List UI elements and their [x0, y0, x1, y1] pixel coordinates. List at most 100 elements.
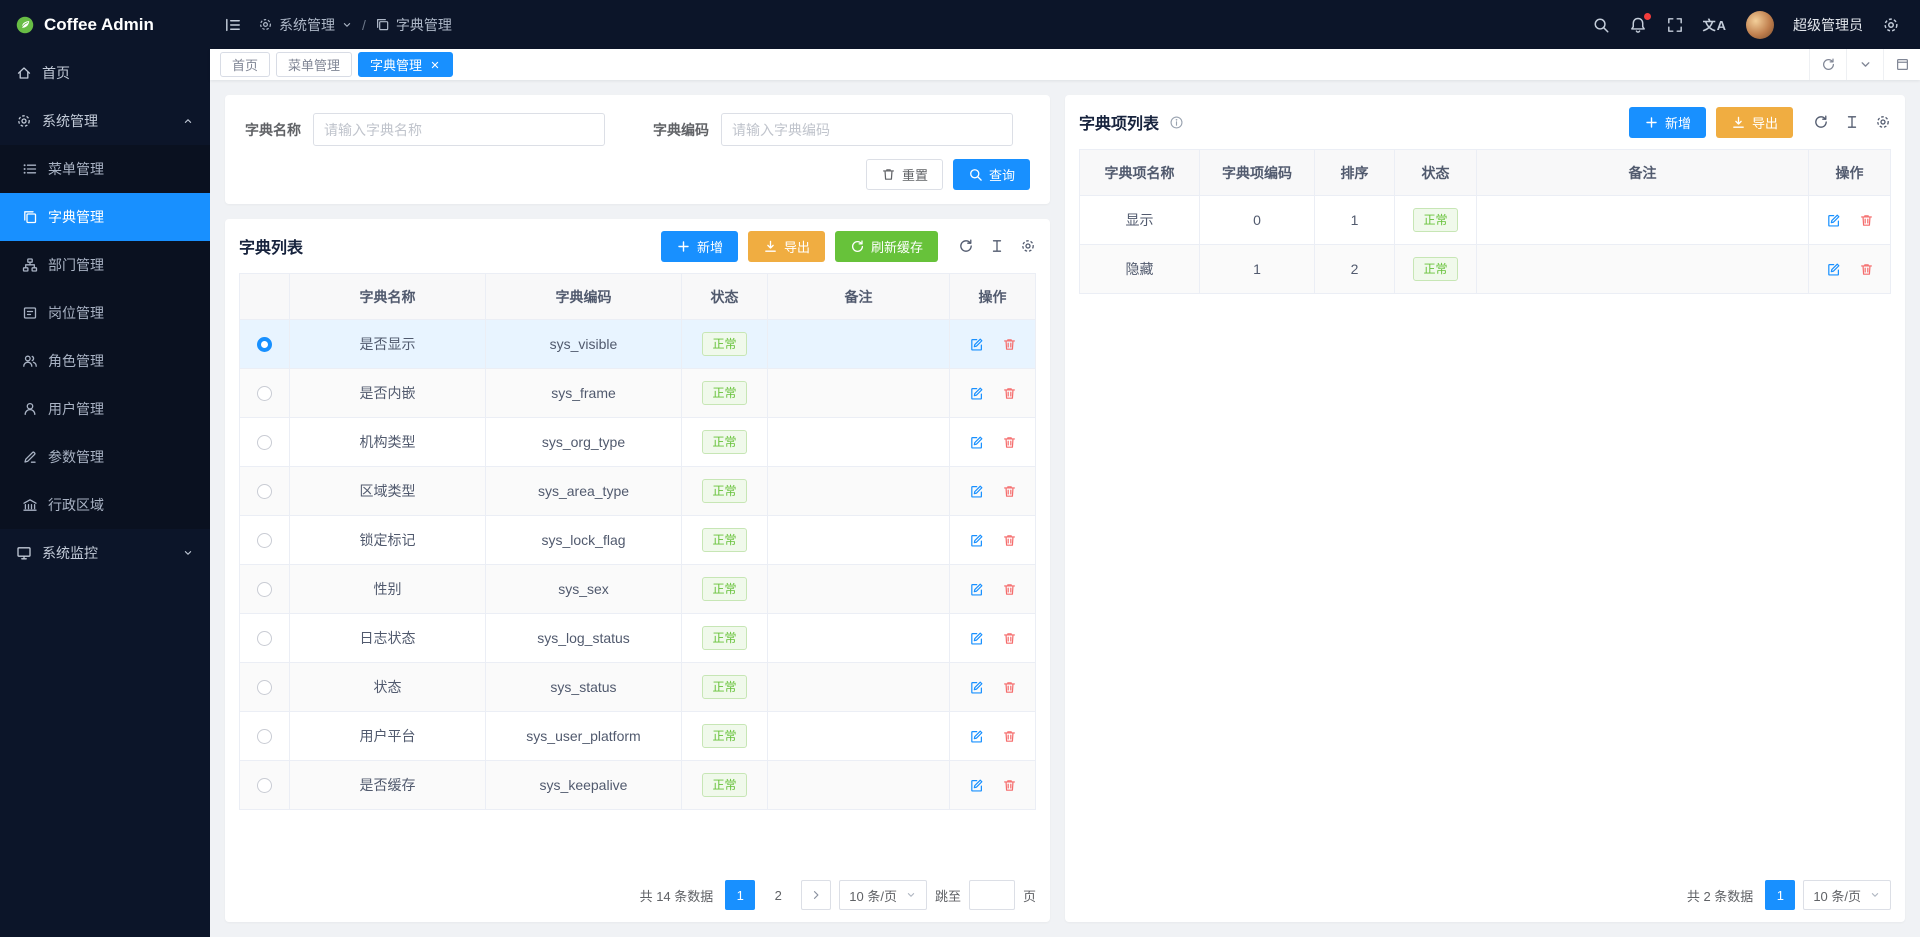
delete-button[interactable] — [1002, 680, 1017, 695]
username[interactable]: 超级管理员 — [1793, 15, 1863, 35]
notification-dot — [1644, 13, 1651, 20]
export-button[interactable]: 导出 — [748, 231, 825, 262]
edit-button[interactable] — [969, 386, 984, 401]
page-button-2[interactable]: 2 — [763, 880, 793, 910]
dict-name-input[interactable] — [313, 113, 605, 146]
edit-button[interactable] — [969, 435, 984, 450]
edit-button[interactable] — [969, 484, 984, 499]
dict-name-cell: 状态 — [290, 663, 486, 712]
edit-button[interactable] — [969, 582, 984, 597]
delete-button[interactable] — [1002, 778, 1017, 793]
row-radio[interactable] — [257, 484, 272, 499]
delete-button[interactable] — [1002, 582, 1017, 597]
delete-button[interactable] — [1002, 337, 1017, 352]
sidebar-item-post-mgmt[interactable]: 岗位管理 — [0, 289, 210, 337]
tab-close-icon[interactable] — [429, 59, 441, 71]
delete-button[interactable] — [1002, 386, 1017, 401]
table-settings-button[interactable] — [1020, 238, 1036, 254]
edit-button[interactable] — [1826, 213, 1841, 228]
table-row[interactable]: 用户平台 sys_user_platform 正常 — [240, 712, 1036, 761]
edit-button[interactable] — [969, 631, 984, 646]
page-size-select[interactable]: 10 条/页 — [839, 880, 927, 910]
delete-button[interactable] — [1002, 631, 1017, 646]
delete-button[interactable] — [1002, 729, 1017, 744]
edit-button[interactable] — [969, 337, 984, 352]
query-button[interactable]: 查询 — [953, 159, 1030, 190]
table-refresh-button[interactable] — [958, 238, 974, 254]
row-radio[interactable] — [257, 729, 272, 744]
table-row[interactable]: 锁定标记 sys_lock_flag 正常 — [240, 516, 1036, 565]
tab-dict-mgmt[interactable]: 字典管理 — [358, 52, 453, 77]
table-row[interactable]: 状态 sys_status 正常 — [240, 663, 1036, 712]
breadcrumb-item-dict[interactable]: 字典管理 — [375, 15, 452, 35]
sidebar-item-home[interactable]: 首页 — [0, 49, 210, 97]
row-radio[interactable] — [257, 386, 272, 401]
table-row[interactable]: 是否内嵌 sys_frame 正常 — [240, 369, 1036, 418]
table-row[interactable]: 是否缓存 sys_keepalive 正常 — [240, 761, 1036, 810]
notification-button[interactable] — [1629, 16, 1647, 34]
row-radio[interactable] — [257, 680, 272, 695]
edit-button[interactable] — [969, 778, 984, 793]
dict-code-cell: sys_org_type — [486, 418, 682, 467]
edit-button[interactable] — [969, 533, 984, 548]
table-row[interactable]: 机构类型 sys_org_type 正常 — [240, 418, 1036, 467]
table-row[interactable]: 性别 sys_sex 正常 — [240, 565, 1036, 614]
reset-button[interactable]: 重置 — [866, 159, 943, 190]
translate-button[interactable]: 文A — [1703, 15, 1727, 34]
table-size-button[interactable] — [1844, 114, 1860, 130]
tab-home[interactable]: 首页 — [220, 52, 270, 77]
search-button[interactable] — [1592, 16, 1610, 34]
table-refresh-button[interactable] — [1813, 114, 1829, 130]
edit-icon — [969, 533, 984, 548]
row-radio[interactable] — [257, 631, 272, 646]
fullscreen-button[interactable] — [1666, 16, 1684, 34]
sidebar-item-dict-mgmt[interactable]: 字典管理 — [0, 193, 210, 241]
item-add-button[interactable]: 新增 — [1629, 107, 1706, 138]
table-row[interactable]: 显示 0 1 正常 — [1080, 196, 1891, 245]
avatar[interactable] — [1746, 11, 1774, 39]
settings-button[interactable] — [1882, 16, 1900, 34]
page-jump-input[interactable] — [969, 880, 1015, 910]
dict-code-input[interactable] — [721, 113, 1013, 146]
tabs-refresh-button[interactable] — [1809, 49, 1846, 80]
sidebar-item-param-mgmt[interactable]: 参数管理 — [0, 433, 210, 481]
sidebar-item-monitor[interactable]: 系统监控 — [0, 529, 210, 577]
table-row[interactable]: 隐藏 1 2 正常 — [1080, 245, 1891, 294]
row-radio[interactable] — [257, 337, 272, 352]
row-radio[interactable] — [257, 533, 272, 548]
table-row[interactable]: 区域类型 sys_area_type 正常 — [240, 467, 1036, 516]
delete-button[interactable] — [1002, 484, 1017, 499]
delete-button[interactable] — [1859, 262, 1874, 277]
menu-fold-button[interactable] — [224, 16, 242, 34]
add-button[interactable]: 新增 — [661, 231, 738, 262]
edit-button[interactable] — [969, 729, 984, 744]
sidebar-item-region-mgmt[interactable]: 行政区域 — [0, 481, 210, 529]
table-row[interactable]: 日志状态 sys_log_status 正常 — [240, 614, 1036, 663]
item-export-button[interactable]: 导出 — [1716, 107, 1793, 138]
delete-button[interactable] — [1002, 533, 1017, 548]
tabs-options-button[interactable] — [1846, 49, 1883, 80]
sidebar-item-role-mgmt[interactable]: 角色管理 — [0, 337, 210, 385]
row-radio[interactable] — [257, 778, 272, 793]
next-page-button[interactable] — [801, 880, 831, 910]
table-row[interactable]: 是否显示 sys_visible 正常 — [240, 320, 1036, 369]
delete-button[interactable] — [1002, 435, 1017, 450]
page-button-1[interactable]: 1 — [1765, 880, 1795, 910]
sidebar-item-user-mgmt[interactable]: 用户管理 — [0, 385, 210, 433]
content-fullscreen-button[interactable] — [1883, 49, 1920, 80]
tab-menu-mgmt[interactable]: 菜单管理 — [276, 52, 352, 77]
table-size-button[interactable] — [989, 238, 1005, 254]
row-radio[interactable] — [257, 435, 272, 450]
sidebar-item-dept-mgmt[interactable]: 部门管理 — [0, 241, 210, 289]
refresh-cache-button[interactable]: 刷新缓存 — [835, 231, 938, 262]
table-settings-button[interactable] — [1875, 114, 1891, 130]
row-radio[interactable] — [257, 582, 272, 597]
breadcrumb-item-system[interactable]: 系统管理 — [258, 15, 353, 35]
sidebar-item-menu-mgmt[interactable]: 菜单管理 — [0, 145, 210, 193]
edit-button[interactable] — [969, 680, 984, 695]
delete-button[interactable] — [1859, 213, 1874, 228]
edit-button[interactable] — [1826, 262, 1841, 277]
sidebar-item-system[interactable]: 系统管理 — [0, 97, 210, 145]
page-button-1[interactable]: 1 — [725, 880, 755, 910]
page-size-select[interactable]: 10 条/页 — [1803, 880, 1891, 910]
